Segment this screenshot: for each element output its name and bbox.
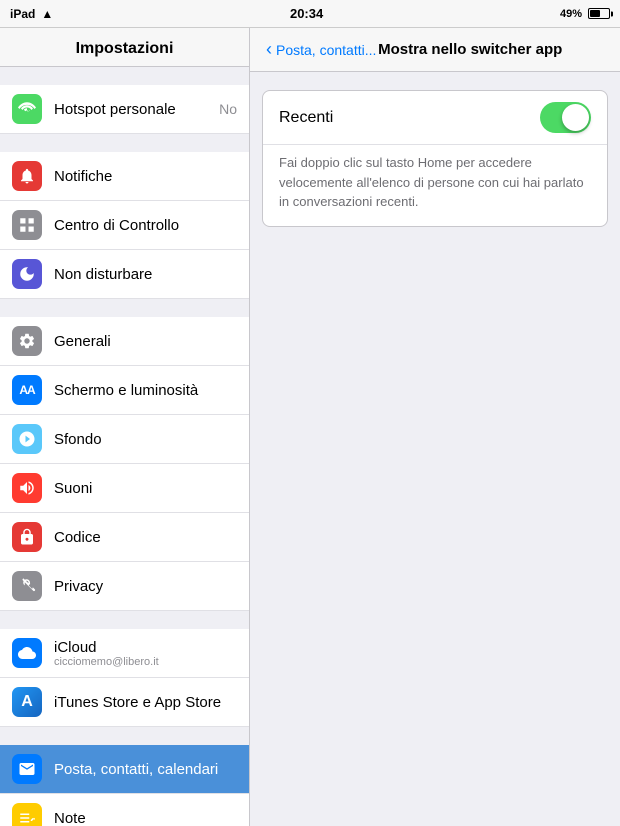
sidebar-item-sfondo[interactable]: Sfondo [0, 415, 249, 464]
generali-label: Generali [54, 333, 237, 350]
recenti-description: Fai doppio clic sul tasto Home per acced… [263, 145, 607, 226]
centro-icon [12, 210, 42, 240]
toggle-knob [562, 104, 589, 131]
generali-icon [12, 326, 42, 356]
suoni-icon [12, 473, 42, 503]
centro-label: Centro di Controllo [54, 217, 237, 234]
itunes-label: iTunes Store e App Store [54, 694, 237, 711]
notifiche-label: Notifiche [54, 168, 237, 185]
wifi-icon: ▲ [41, 7, 53, 21]
icloud-icon [12, 638, 42, 668]
recenti-toggle[interactable] [540, 102, 591, 133]
itunes-icon: A [12, 687, 42, 717]
notifiche-icon [12, 161, 42, 191]
privacy-label: Privacy [54, 578, 237, 595]
main-layout: Impostazioni Hotspot personale No Notifi… [0, 28, 620, 826]
sidebar-item-generali[interactable]: Generali [0, 317, 249, 366]
status-bar: iPad ▲ 20:34 49% [0, 0, 620, 28]
hotspot-value: No [219, 101, 237, 117]
schermo-icon: AA [12, 375, 42, 405]
posta-label: Posta, contatti, calendari [54, 761, 237, 778]
sidebar-spacer-0 [0, 67, 249, 85]
icloud-multi: iCloud cicciomemo@libero.it [54, 639, 237, 668]
sidebar-spacer-4 [0, 727, 249, 745]
sidebar-item-posta[interactable]: Posta, contatti, calendari [0, 745, 249, 794]
sidebar-spacer-2 [0, 299, 249, 317]
sidebar-spacer-1 [0, 134, 249, 152]
detail-content: Recenti Fai doppio clic sul tasto Home p… [250, 72, 620, 257]
detail-panel: ‹ Posta, contatti... Mostra nello switch… [250, 28, 620, 826]
hotspot-icon [12, 94, 42, 124]
battery-icon [588, 8, 610, 19]
detail-title: Mostra nello switcher app [376, 41, 564, 58]
recenti-row: Recenti [263, 91, 607, 145]
sidebar-item-schermo[interactable]: AA Schermo e luminosità [0, 366, 249, 415]
sidebar-item-codice[interactable]: Codice [0, 513, 249, 562]
back-button[interactable]: ‹ Posta, contatti... [266, 39, 376, 60]
sidebar-item-note[interactable]: Note [0, 794, 249, 826]
status-time: 20:34 [290, 6, 323, 21]
back-label: Posta, contatti... [276, 42, 376, 58]
sidebar-item-icloud[interactable]: iCloud cicciomemo@libero.it [0, 629, 249, 678]
sidebar-item-notifiche[interactable]: Notifiche [0, 152, 249, 201]
battery-percent: 49% [560, 8, 582, 20]
sfondo-label: Sfondo [54, 431, 237, 448]
schermo-label: Schermo e luminosità [54, 382, 237, 399]
status-right: 49% [560, 8, 610, 20]
note-label: Note [54, 810, 237, 826]
privacy-icon [12, 571, 42, 601]
suoni-label: Suoni [54, 480, 237, 497]
non-disturbare-icon [12, 259, 42, 289]
settings-group-recenti: Recenti Fai doppio clic sul tasto Home p… [262, 90, 608, 227]
sidebar-item-hotspot[interactable]: Hotspot personale No [0, 85, 249, 134]
sidebar-item-privacy[interactable]: Privacy [0, 562, 249, 611]
sidebar-spacer-3 [0, 611, 249, 629]
detail-header: ‹ Posta, contatti... Mostra nello switch… [250, 28, 620, 72]
codice-label: Codice [54, 529, 237, 546]
recenti-label: Recenti [279, 109, 540, 127]
sidebar: Impostazioni Hotspot personale No Notifi… [0, 28, 250, 826]
non-disturbare-label: Non disturbare [54, 266, 237, 283]
status-left: iPad ▲ [10, 7, 53, 21]
sidebar-item-itunes[interactable]: A iTunes Store e App Store [0, 678, 249, 727]
sfondo-icon [12, 424, 42, 454]
icloud-sub: cicciomemo@libero.it [54, 656, 237, 668]
back-chevron-icon: ‹ [266, 39, 272, 60]
posta-icon [12, 754, 42, 784]
hotspot-label: Hotspot personale [54, 101, 219, 118]
sidebar-item-suoni[interactable]: Suoni [0, 464, 249, 513]
codice-icon [12, 522, 42, 552]
icloud-label: iCloud [54, 639, 237, 656]
sidebar-item-non-disturbare[interactable]: Non disturbare [0, 250, 249, 299]
sidebar-item-centro-controllo[interactable]: Centro di Controllo [0, 201, 249, 250]
note-icon [12, 803, 42, 826]
sidebar-title: Impostazioni [0, 28, 249, 67]
device-label: iPad [10, 7, 35, 21]
